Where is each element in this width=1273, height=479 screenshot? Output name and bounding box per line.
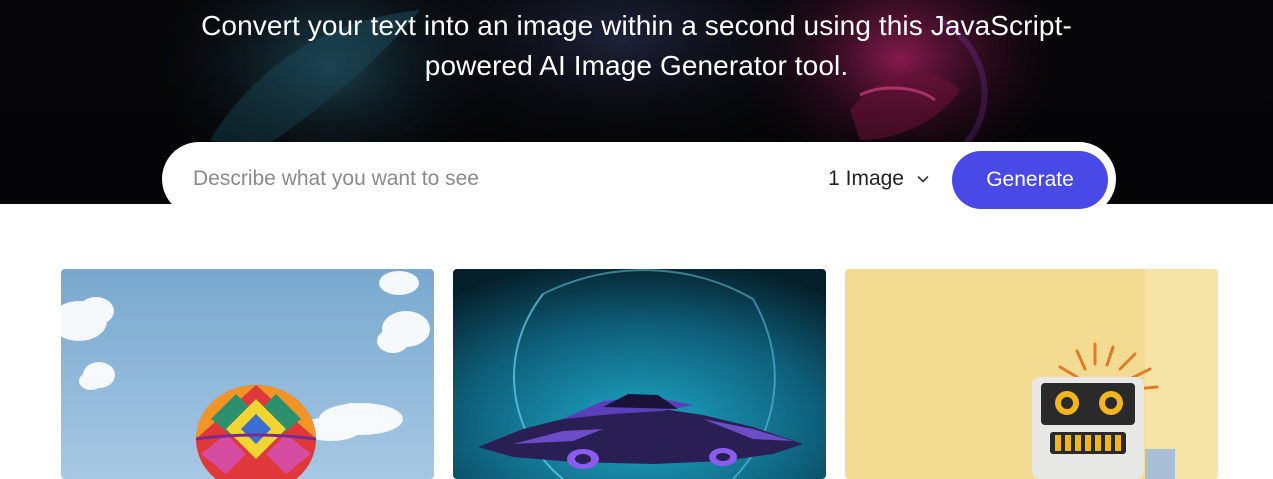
hero-subtitle: Convert your text into an image within a… [201, 10, 1072, 81]
gallery-image-robot[interactable] [845, 269, 1218, 479]
prompt-form: 1 Image Generate [162, 142, 1116, 216]
futuristic-car-image [453, 269, 826, 479]
image-count-value: 1 Image [828, 167, 904, 190]
image-count-select[interactable]: 1 Image [828, 167, 930, 191]
generate-button[interactable]: Generate [952, 151, 1108, 209]
gallery-image-balloon[interactable] [61, 269, 434, 479]
hot-air-balloon-image [61, 269, 434, 479]
prompt-input[interactable] [193, 159, 829, 199]
toy-robot-image [845, 269, 1218, 479]
gallery-image-car[interactable] [453, 269, 826, 479]
chevron-down-icon [917, 176, 929, 183]
